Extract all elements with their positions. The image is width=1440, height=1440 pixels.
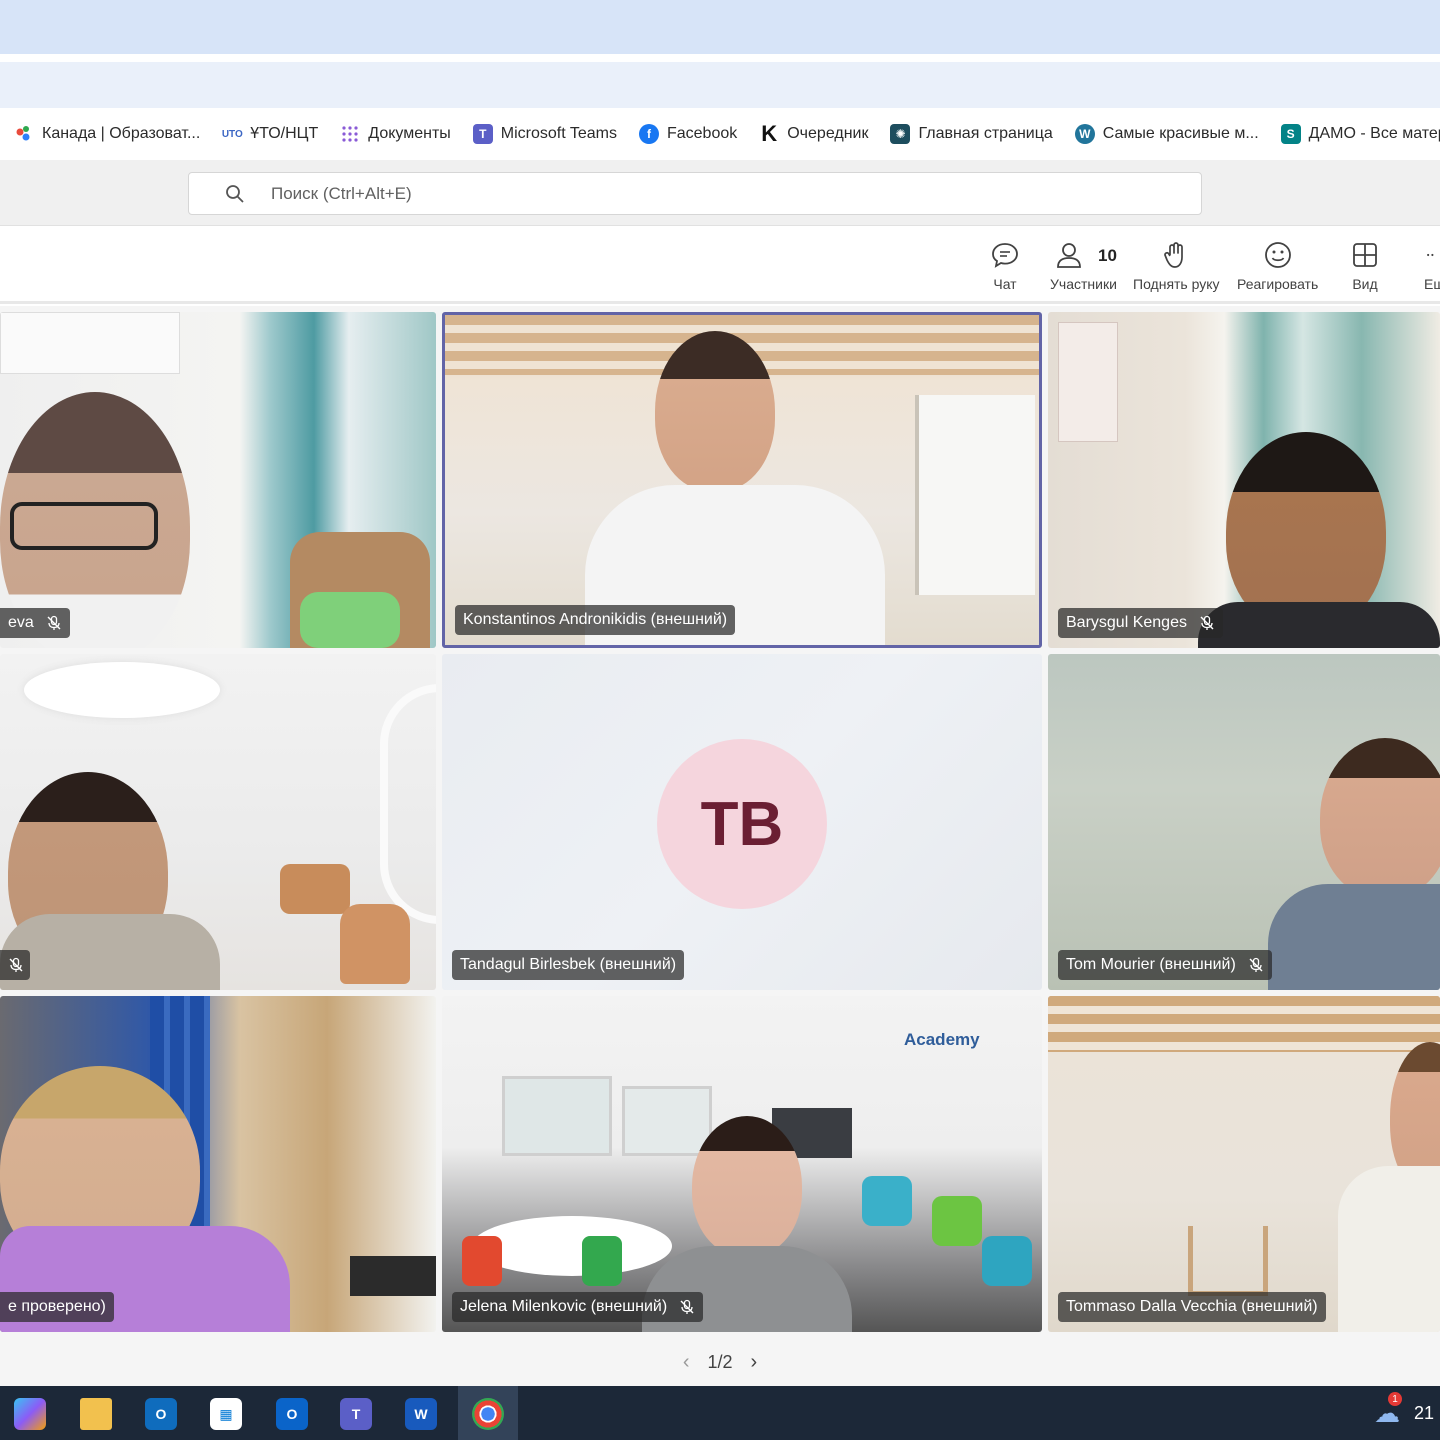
- system-tray: ☁ 1 21: [1374, 1392, 1434, 1429]
- copilot-icon[interactable]: [14, 1398, 46, 1430]
- bookmark-uto[interactable]: UTO ҰТО/НЦТ: [222, 124, 318, 144]
- participant-name-label: Tom Mourier (внешний): [1058, 950, 1272, 980]
- participant-name-label: Tandagul Birlesbek (внешний): [452, 950, 685, 980]
- bookmark-teams[interactable]: T Microsoft Teams: [472, 124, 617, 144]
- word-icon[interactable]: W: [405, 1398, 437, 1430]
- people-icon: [1057, 243, 1082, 268]
- participant-tile[interactable]: Tommaso Dalla Vecchia (внешний): [1048, 996, 1440, 1332]
- raise-hand-button[interactable]: Поднять руку: [1133, 240, 1220, 292]
- weather-cloud-icon[interactable]: ☁ 1: [1374, 1392, 1402, 1429]
- react-logo-icon: ✺: [890, 124, 911, 144]
- participant-name-label: Konstantinos Andronikidis (внешний): [455, 605, 736, 635]
- mic-off-icon: [1200, 615, 1214, 630]
- participant-tile[interactable]: Barysgul Kenges: [1048, 312, 1440, 648]
- clock[interactable]: 21: [1414, 1403, 1434, 1424]
- participant-tile[interactable]: TB Tandagul Birlesbek (внешний): [442, 654, 1042, 990]
- tab-strip: [0, 54, 1440, 62]
- participant-name-label: eva: [0, 608, 70, 638]
- bookmark-wordpress[interactable]: W Самые красивые м...: [1074, 124, 1259, 144]
- bookmark-documents[interactable]: Документы: [340, 124, 451, 144]
- participant-tile[interactable]: е проверено): [0, 996, 436, 1332]
- chat-button[interactable]: Чат: [990, 240, 1020, 292]
- participant-tile-active-speaker[interactable]: Konstantinos Andronikidis (внешний): [442, 312, 1042, 648]
- browser-title-bar: [0, 0, 1440, 54]
- uto-logo-icon: UTO: [221, 128, 243, 140]
- participants-button[interactable]: 10 Участники: [1050, 240, 1117, 292]
- store-icon[interactable]: ▦: [210, 1398, 242, 1430]
- hand-icon: [1164, 242, 1184, 268]
- bookmarks-bar: Канада | Образоват... UTO ҰТО/НЦТ Докуме…: [0, 108, 1440, 160]
- bookmark-damo[interactable]: S ДАМО - Все матер...: [1280, 124, 1440, 144]
- page-indicator: 1/2: [707, 1351, 733, 1372]
- chevron-left-icon[interactable]: ‹: [683, 1351, 690, 1374]
- more-button[interactable]: Ещ: [1424, 240, 1440, 292]
- video-grid: eva Konstantinos Andronikidis (внешний) …: [0, 306, 1440, 1338]
- participant-tile[interactable]: Academy Jelena Milenkovic (внешний): [442, 996, 1042, 1332]
- academy-brand-text: Academy: [904, 1030, 980, 1049]
- participant-name-label: [0, 950, 30, 980]
- bookmark-ocherednik[interactable]: K Очередник: [759, 121, 868, 146]
- smiley-icon: [1264, 242, 1291, 268]
- participant-name-label: Jelena Milenkovic (внешний): [452, 1292, 704, 1322]
- outlook-icon[interactable]: O: [276, 1398, 308, 1430]
- outlook-new-icon[interactable]: O: [145, 1398, 177, 1430]
- gallery-pager: ‹ 1/2 ›: [0, 1338, 1440, 1386]
- mic-off-icon: [9, 957, 23, 972]
- search-input[interactable]: Поиск (Ctrl+Alt+E): [188, 172, 1202, 215]
- participant-name-label: Tommaso Dalla Vecchia (внешний): [1058, 1292, 1326, 1322]
- colorful-dots-icon: [14, 124, 34, 144]
- teams-header: Поиск (Ctrl+Alt+E): [0, 160, 1440, 226]
- file-explorer-icon[interactable]: [80, 1398, 112, 1430]
- address-bar-area: [0, 62, 1440, 108]
- react-button[interactable]: Реагировать: [1237, 240, 1318, 292]
- sharepoint-icon: S: [1280, 124, 1301, 144]
- participant-tile[interactable]: [0, 654, 436, 990]
- participant-name-label: Barysgul Kenges: [1058, 608, 1223, 638]
- search-icon: [226, 184, 244, 203]
- teams-icon[interactable]: T: [340, 1398, 372, 1430]
- k-logo-icon: K: [761, 121, 778, 146]
- participant-tile[interactable]: eva: [0, 312, 436, 648]
- chrome-icon[interactable]: [472, 1398, 504, 1430]
- participant-tile[interactable]: Tom Mourier (внешний): [1048, 654, 1440, 990]
- facebook-icon: f: [638, 124, 659, 144]
- notification-badge: 1: [1388, 1392, 1402, 1406]
- mic-off-icon: [1249, 957, 1263, 972]
- chevron-right-icon[interactable]: ›: [751, 1351, 758, 1374]
- avatar: TB: [657, 739, 827, 909]
- mic-off-icon: [47, 615, 61, 630]
- windows-taskbar: O ▦ O T W ☁ 1 21: [0, 1386, 1440, 1440]
- meeting-toolbar: Чат 10 Участники Поднять руку Реагироват…: [0, 226, 1440, 304]
- teams-icon: T: [472, 124, 493, 144]
- grid-dots-icon: [340, 124, 360, 144]
- search-placeholder: Поиск (Ctrl+Alt+E): [271, 183, 412, 203]
- grid-view-icon: [1353, 243, 1377, 267]
- view-button[interactable]: Вид: [1350, 240, 1380, 292]
- mic-off-icon: [680, 1299, 694, 1314]
- bookmark-facebook[interactable]: f Facebook: [638, 124, 737, 144]
- chat-icon: [992, 243, 1018, 268]
- participants-count: 10: [1098, 246, 1117, 265]
- bookmark-main-page[interactable]: ✺ Главная страница: [890, 124, 1053, 144]
- bookmark-kanada[interactable]: Канада | Образоват...: [14, 124, 200, 144]
- wordpress-icon: W: [1074, 124, 1095, 144]
- participant-name-label: е проверено): [0, 1292, 114, 1322]
- more-dots-icon: [1427, 253, 1434, 257]
